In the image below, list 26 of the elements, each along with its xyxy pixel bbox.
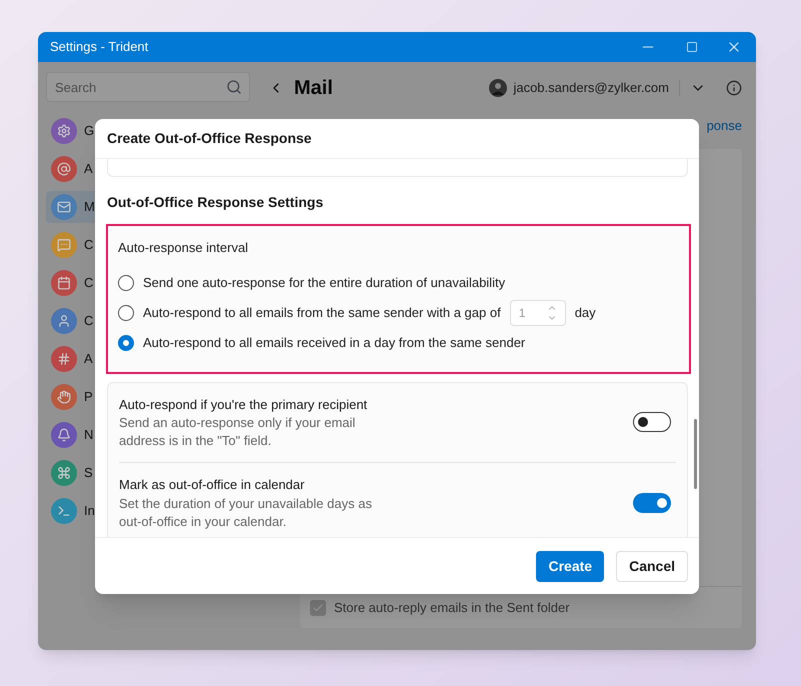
sidebar-label: P [84, 388, 93, 406]
option-title: Mark as out-of-office in calendar [119, 476, 306, 494]
sidebar-label: A [84, 160, 93, 178]
radio-label: Auto-respond to all emails received in a day from the same sender [143, 334, 526, 352]
group-label: Auto-response interval [118, 239, 250, 257]
page-title: Mail [294, 76, 333, 101]
unit-label: day [574, 304, 596, 322]
account-email: jacob.sanders@zylker.com [513, 79, 669, 98]
sidebar-label: C [84, 236, 94, 254]
radio-label: Send one auto-response for the entire duration of unavailability [143, 274, 506, 292]
sidebar-label: A [84, 350, 93, 368]
option-title: Auto-respond if you're the primary recipient [119, 396, 368, 414]
radio-label: Auto-respond to all emails from the same sender with a gap of [143, 304, 501, 322]
dialog-title: Create Out-of-Office Response [107, 129, 312, 148]
sidebar-label: N [84, 426, 94, 444]
checkbox-label: Store auto-reply emails in the Sent folder [334, 598, 570, 617]
window-title: Settings - Trident [50, 38, 148, 56]
sidebar-label: C [84, 312, 94, 330]
sidebar-label: S [84, 464, 93, 482]
section-title: Out-of-Office Response Settings [107, 193, 324, 212]
sidebar-label: C [84, 274, 94, 292]
sidebar-label: In [84, 502, 95, 520]
sidebar-label: G [84, 122, 94, 140]
option-description: Send an auto-response only if your email address is in the "To" field. [119, 414, 356, 450]
sidebar-label: M [84, 198, 95, 216]
option-description: Set the duration of your unavailable days as out-of-office in your calendar. [119, 494, 373, 530]
